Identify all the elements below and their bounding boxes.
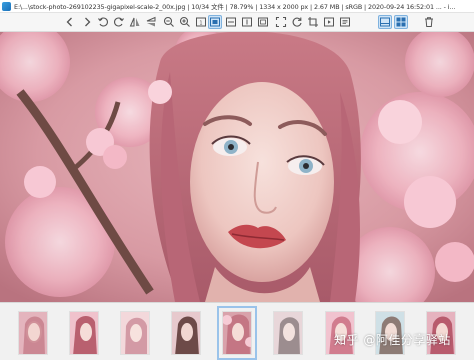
- thumbnail[interactable]: [171, 311, 201, 355]
- photo-portrait: [0, 32, 474, 302]
- zoom-in-icon[interactable]: [178, 15, 192, 29]
- zoom-out-icon[interactable]: [162, 15, 176, 29]
- crop-icon[interactable]: [306, 15, 320, 29]
- fit-width-icon[interactable]: [224, 15, 238, 29]
- actual-size-icon[interactable]: 1: [194, 15, 208, 29]
- slideshow-icon[interactable]: [322, 15, 336, 29]
- watermark-text: 知乎 @阿佳分享驿站: [334, 333, 451, 347]
- thumbnail[interactable]: [120, 311, 150, 355]
- window-title: E:\...\stock-photo-269102235-gigapixel-s…: [14, 2, 456, 11]
- thumbnail[interactable]: [273, 311, 303, 355]
- flip-vertical-icon[interactable]: [144, 15, 158, 29]
- rotate-left-icon[interactable]: [96, 15, 110, 29]
- app-logo-icon: [2, 1, 11, 11]
- image-viewer[interactable]: [0, 32, 474, 302]
- thumbnail[interactable]: [69, 311, 99, 355]
- fit-height-icon[interactable]: [240, 15, 254, 29]
- rotate-right-icon[interactable]: [112, 15, 126, 29]
- toolbar: 1: [0, 13, 474, 32]
- auto-fit-icon[interactable]: [256, 15, 270, 29]
- thumbnails-icon[interactable]: [394, 15, 408, 29]
- title-bar: E:\...\stock-photo-269102235-gigapixel-s…: [0, 0, 474, 13]
- gallery-icon[interactable]: [378, 15, 392, 29]
- chevron-right-icon[interactable]: [80, 15, 94, 29]
- flip-horizontal-icon[interactable]: [128, 15, 142, 29]
- info-icon[interactable]: [338, 15, 352, 29]
- fit-window-icon[interactable]: [208, 15, 222, 29]
- thumbnail[interactable]: [18, 311, 48, 355]
- thumbnail-selected[interactable]: [217, 306, 257, 360]
- chevron-left-icon[interactable]: [63, 15, 77, 29]
- svg-text:1: 1: [199, 20, 202, 26]
- delete-icon[interactable]: [422, 15, 436, 29]
- refresh-icon[interactable]: [290, 15, 304, 29]
- fullscreen-icon[interactable]: [274, 15, 288, 29]
